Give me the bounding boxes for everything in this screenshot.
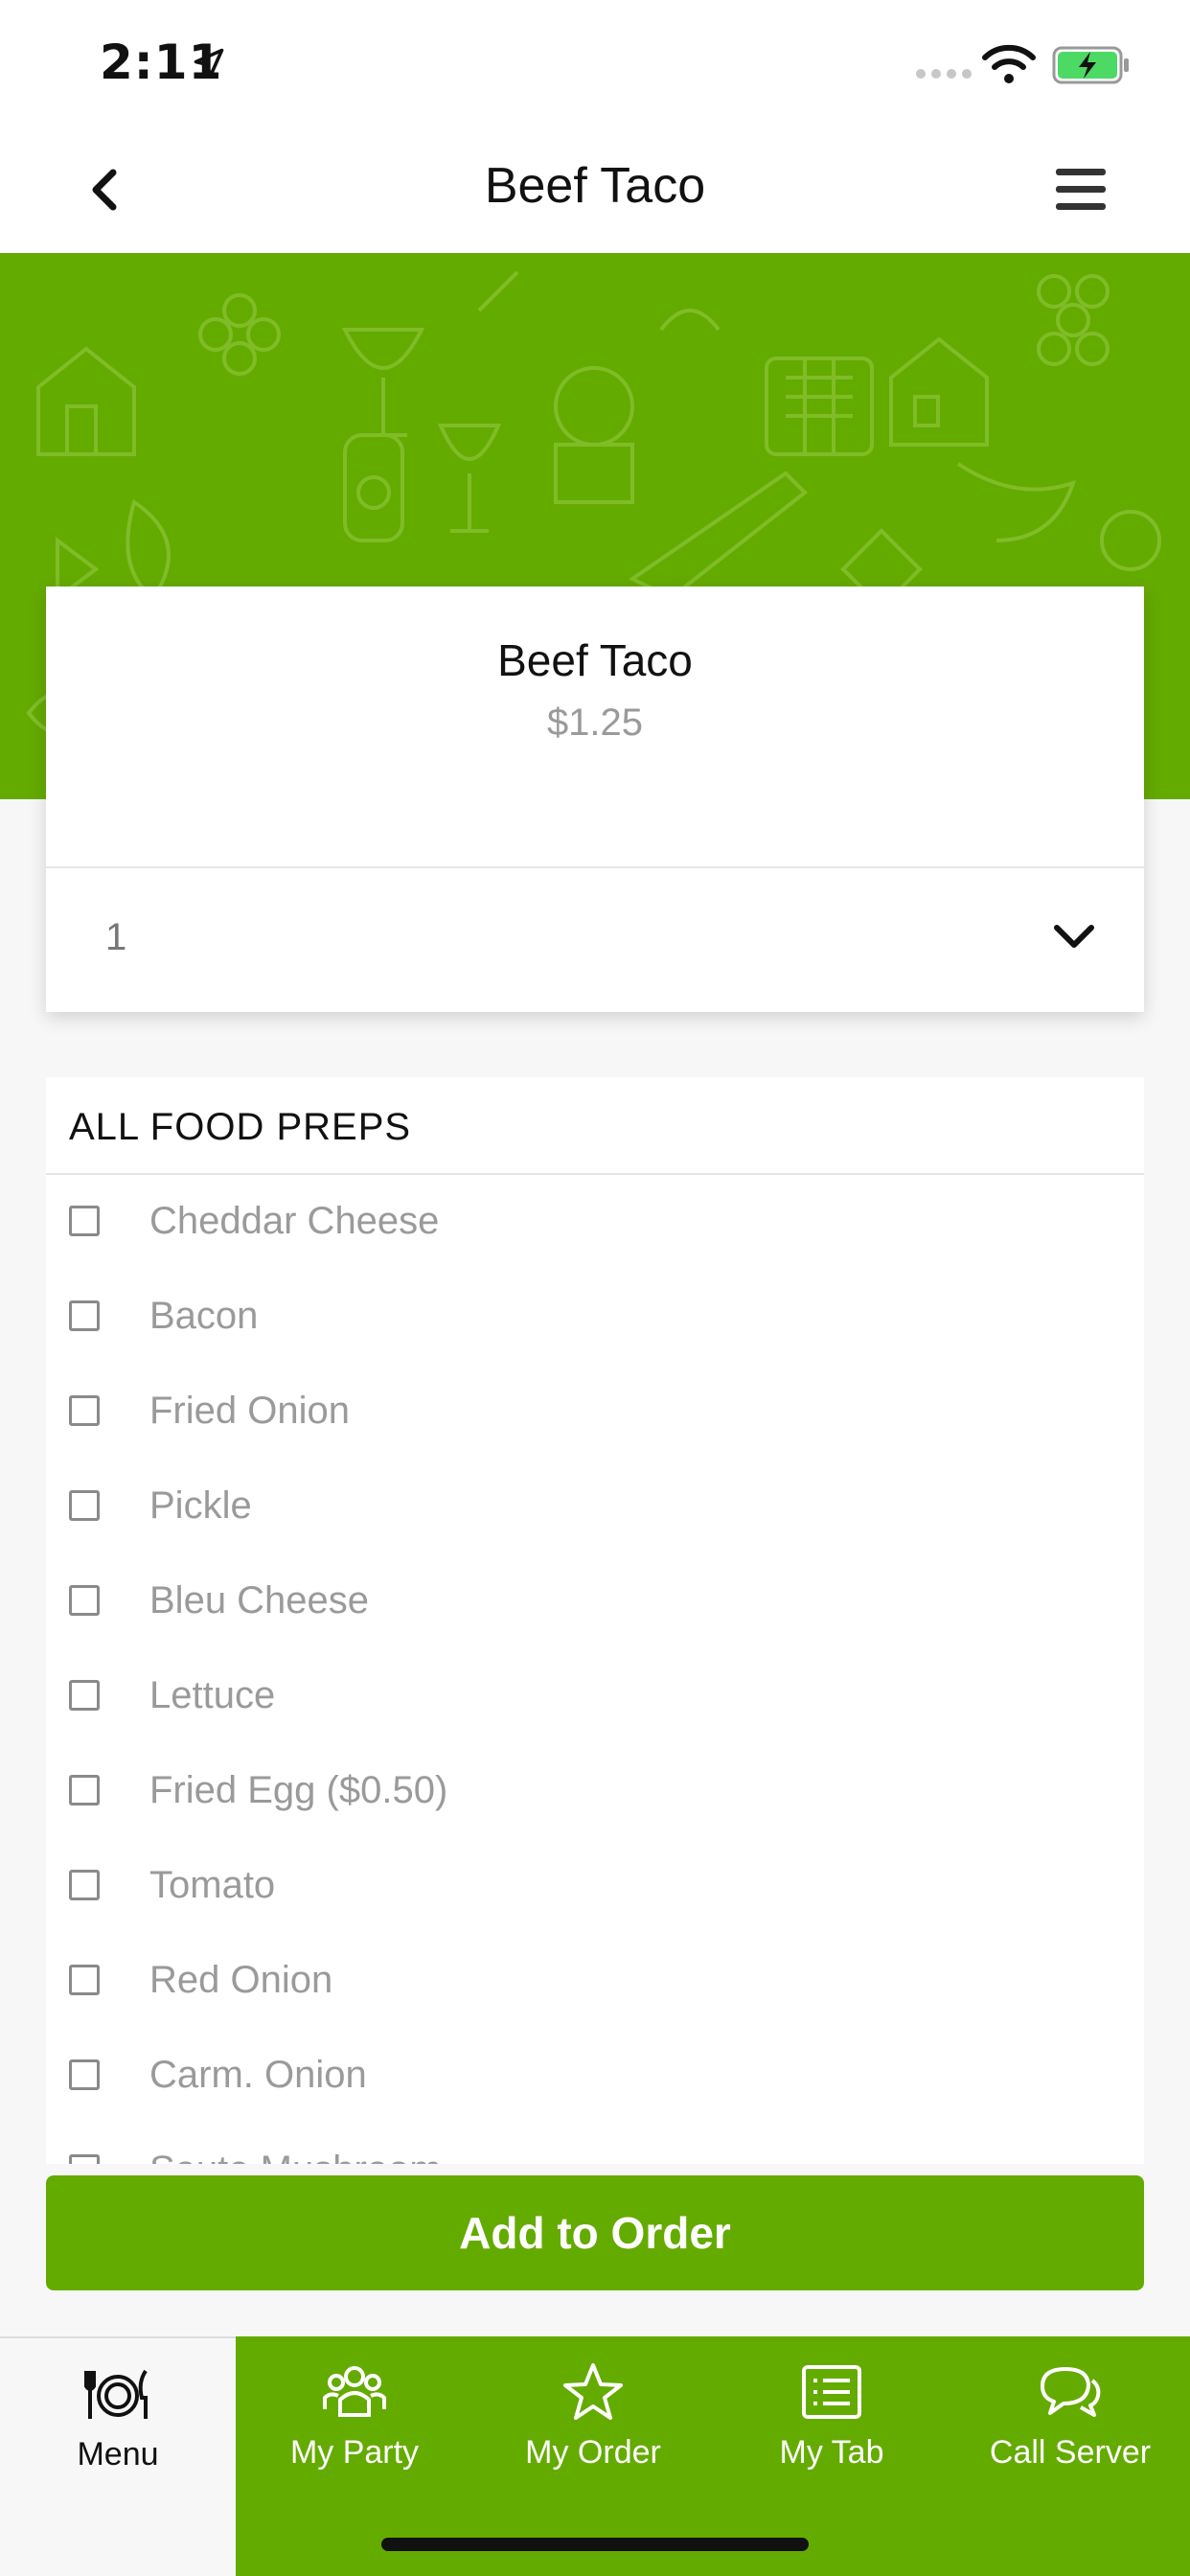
- prep-option[interactable]: Pickle: [46, 1461, 1144, 1556]
- tab-call-server[interactable]: Call Server: [950, 2336, 1190, 2576]
- checkbox[interactable]: [69, 2059, 100, 2090]
- food-preps-section: ALL FOOD PREPS Cheddar Cheese Bacon Fried …: [46, 1077, 1144, 2164]
- prep-option[interactable]: Bacon: [46, 1272, 1144, 1367]
- tab-label: My Tab: [779, 2434, 884, 2471]
- checkbox[interactable]: [69, 1680, 100, 1711]
- prep-label: Lettuce: [149, 1674, 276, 1716]
- location-arrow-icon: [194, 48, 224, 79]
- checkbox[interactable]: [69, 1585, 100, 1616]
- list-icon: [802, 2365, 861, 2419]
- battery-charging-icon: [1052, 46, 1129, 84]
- page-title: Beef Taco: [484, 158, 706, 214]
- prep-label: Saute Mushroom: [149, 2149, 442, 2164]
- checkbox[interactable]: [69, 1490, 100, 1521]
- divider: [46, 1173, 1144, 1175]
- item-card: Beef Taco $1.25 1: [46, 586, 1144, 1012]
- tab-menu[interactable]: Menu: [0, 2336, 236, 2576]
- hamburger-menu-icon[interactable]: [1052, 165, 1110, 215]
- prep-label: Fried Egg ($0.50): [149, 1769, 448, 1811]
- section-title: ALL FOOD PREPS: [69, 1106, 412, 1148]
- item-price: $1.25: [546, 702, 644, 744]
- checkbox[interactable]: [69, 1300, 100, 1331]
- prep-option[interactable]: Lettuce: [46, 1651, 1144, 1746]
- menu-plate-icon: [84, 2369, 148, 2419]
- prep-label: Pickle: [149, 1484, 252, 1527]
- prep-label: Cheddar Cheese: [149, 1200, 440, 1242]
- add-to-order-button[interactable]: Add to Order: [46, 2175, 1144, 2290]
- prep-option[interactable]: Tomato: [46, 1841, 1144, 1936]
- quantity-value: 1: [105, 916, 127, 958]
- prep-label: Carm. Onion: [149, 2054, 367, 2096]
- prep-label: Tomato: [149, 1864, 276, 1906]
- prep-option[interactable]: Fried Onion: [46, 1367, 1144, 1461]
- party-icon: [323, 2366, 386, 2417]
- prep-option[interactable]: Cheddar Cheese: [46, 1177, 1144, 1272]
- checkbox[interactable]: [69, 1965, 100, 1995]
- home-indicator: [381, 2538, 809, 2551]
- chevron-down-icon: [1054, 925, 1094, 948]
- prep-option[interactable]: Fried Egg ($0.50): [46, 1746, 1144, 1841]
- checkbox[interactable]: [69, 1395, 100, 1426]
- prep-label: Bleu Cheese: [149, 1579, 370, 1622]
- wifi-icon: [982, 44, 1036, 83]
- prep-option[interactable]: Red Onion: [46, 1936, 1144, 2031]
- item-name: Beef Taco: [497, 635, 693, 685]
- prep-label: Fried Onion: [149, 1390, 350, 1432]
- prep-option[interactable]: Carm. Onion: [46, 2031, 1144, 2126]
- checkbox[interactable]: [69, 1206, 100, 1236]
- prep-option[interactable]: Saute Mushroom: [46, 2126, 1144, 2164]
- status-bar: 2:11: [0, 0, 1190, 126]
- checkbox[interactable]: [69, 1775, 100, 1806]
- tab-label: Call Server: [989, 2434, 1152, 2471]
- prep-option[interactable]: Bleu Cheese: [46, 1556, 1144, 1651]
- cellular-signal-icon: [916, 69, 972, 79]
- tab-label: My Party: [289, 2434, 420, 2471]
- prep-label: Red Onion: [149, 1959, 333, 2001]
- tab-label: My Order: [525, 2434, 661, 2471]
- quantity-select[interactable]: 1: [46, 868, 1144, 1012]
- chat-icon: [1041, 2367, 1101, 2417]
- tab-label: Menu: [77, 2436, 159, 2472]
- checkbox[interactable]: [69, 2154, 100, 2164]
- star-icon: [563, 2363, 623, 2420]
- checkbox[interactable]: [69, 1870, 100, 1900]
- prep-label: Bacon: [149, 1295, 259, 1337]
- navigation-bar: Beef Taco: [0, 126, 1190, 253]
- prep-list: Cheddar Cheese Bacon Fried Onion Pickle Bleu…: [46, 1177, 1144, 2164]
